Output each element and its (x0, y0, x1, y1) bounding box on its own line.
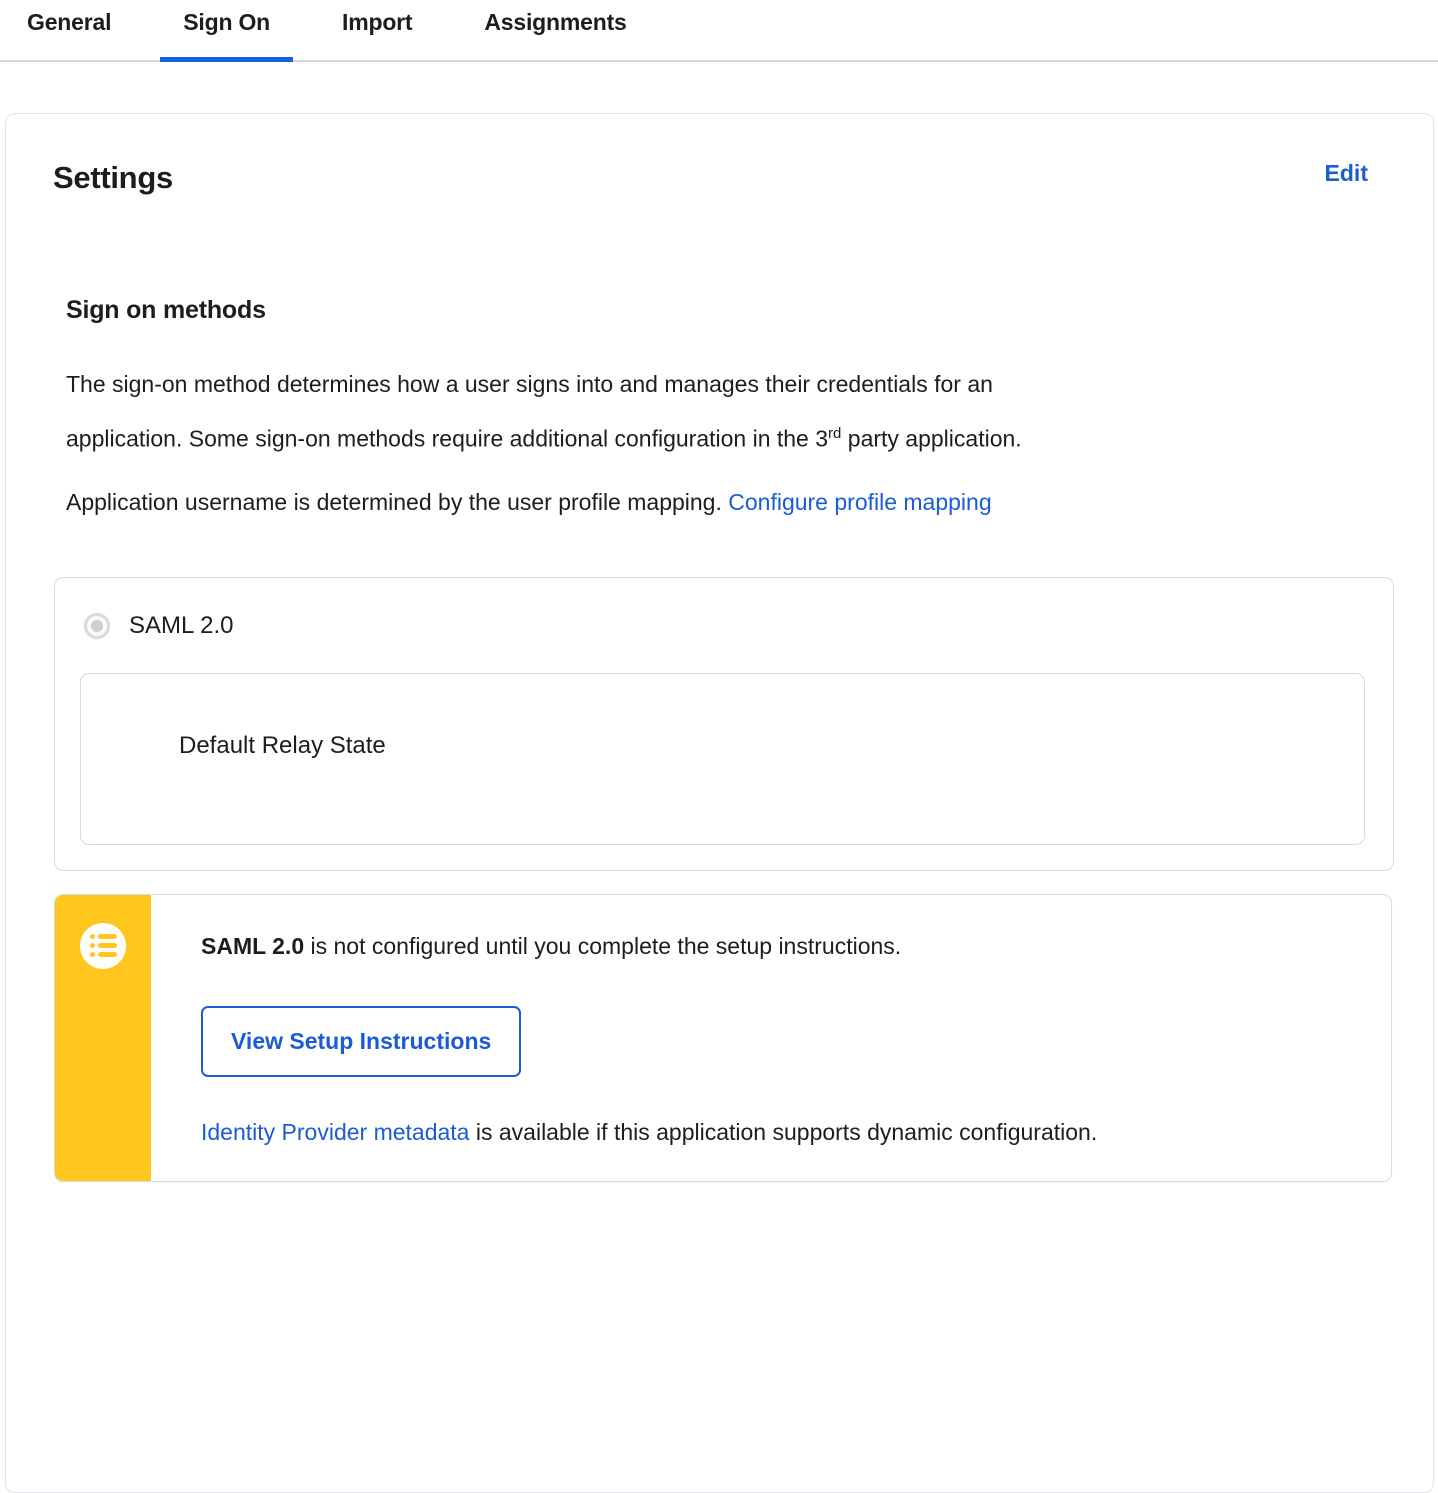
radio-dot (91, 619, 103, 632)
tab-general[interactable]: General (4, 0, 134, 60)
page-title: Settings (53, 160, 173, 195)
saml-method-box: SAML 2.0 Default Relay State (54, 576, 1394, 871)
saml-radio-row: SAML 2.0 (84, 612, 1364, 640)
application-username-text: Application username is determined by th… (66, 488, 992, 515)
view-setup-instructions-button[interactable]: View Setup Instructions (201, 1005, 522, 1077)
default-relay-state-label: Default Relay State (179, 731, 386, 759)
callout-message-bold: SAML 2.0 (201, 932, 305, 959)
description-line-1: The sign-on method determines how a user… (66, 371, 993, 397)
tab-bar: General Sign On Import Assignments (0, 0, 1438, 62)
tab-assignments[interactable]: Assignments (461, 0, 649, 60)
list-icon (80, 922, 126, 969)
ordinal-superscript: rd (828, 425, 842, 442)
callout-message: SAML 2.0 is not configured until you com… (201, 932, 902, 959)
tab-import[interactable]: Import (319, 0, 435, 60)
sign-on-method-description: The sign-on method determines how a user… (66, 360, 1393, 464)
setup-instructions-callout: SAML 2.0 is not configured until you com… (54, 893, 1392, 1182)
edit-link[interactable]: Edit (1325, 160, 1368, 187)
default-relay-state-field: Default Relay State (80, 672, 1365, 845)
saml-radio-label: SAML 2.0 (129, 611, 234, 639)
configure-profile-mapping-link[interactable]: Configure profile mapping (728, 489, 991, 515)
tab-sign-on[interactable]: Sign On (160, 0, 293, 62)
metadata-line: Identity Provider metadata is available … (201, 1118, 1098, 1145)
saml-radio-button[interactable] (84, 612, 110, 639)
identity-provider-metadata-link[interactable]: Identity Provider metadata (201, 1119, 469, 1145)
sign-on-methods-heading: Sign on methods (66, 296, 266, 324)
callout-yellow-bar (55, 894, 151, 1181)
settings-card: Settings Edit Sign on methods The sign-o… (5, 113, 1434, 1493)
settings-header: Settings Edit (53, 160, 1393, 196)
description-line-2: application. Some sign-on methods requir… (66, 425, 1022, 452)
callout-content: SAML 2.0 is not configured until you com… (151, 895, 1097, 1181)
